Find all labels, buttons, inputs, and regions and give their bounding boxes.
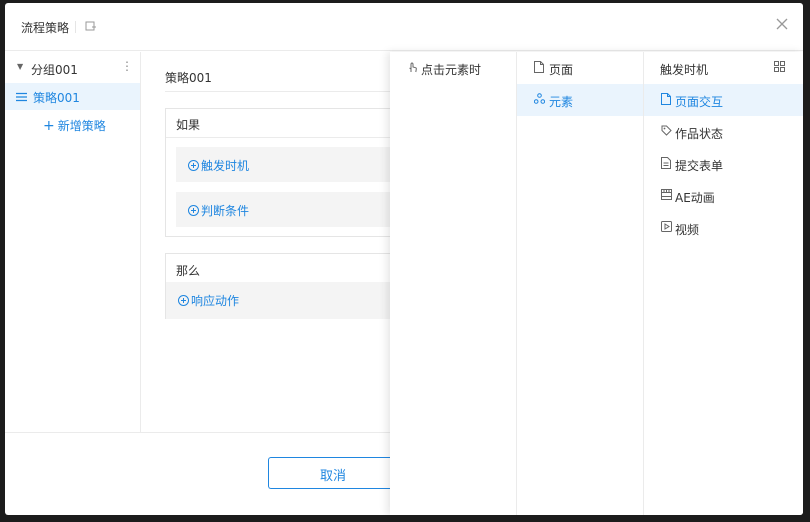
picker-column-triggers: 触发时机 页面交互 作品状态 提交表单 AE动画 视频 <box>644 52 803 515</box>
target-item-element[interactable]: 元素 <box>517 84 643 116</box>
trigger-slot[interactable]: 触发时机 <box>176 147 392 182</box>
header-divider <box>75 21 76 33</box>
picker-column-events: 点击元素时 <box>390 52 517 515</box>
if-divider <box>166 137 392 138</box>
then-block: 那么 响应动作 <box>165 253 392 319</box>
then-label: 那么 <box>176 264 201 278</box>
tap-icon <box>406 61 418 76</box>
if-label: 如果 <box>176 118 201 132</box>
more-vertical-icon[interactable]: ⋮ <box>121 59 133 73</box>
add-circle-icon <box>178 295 189 306</box>
page-icon <box>661 93 671 108</box>
trigger-label: 触发时机 <box>201 159 250 173</box>
trigger-item-submit-form[interactable]: 提交表单 <box>644 148 803 180</box>
trigger-column-header: 触发时机 <box>644 52 803 84</box>
page-icon <box>534 61 544 76</box>
form-icon <box>661 157 671 172</box>
target-item-page[interactable]: 页面 <box>517 52 643 84</box>
if-block: 如果 触发时机 判断条件 <box>165 108 392 237</box>
close-icon[interactable] <box>775 17 789 34</box>
event-item[interactable]: 点击元素时 <box>390 52 516 84</box>
trigger-item-page-interaction[interactable]: 页面交互 <box>644 84 803 116</box>
condition-slot[interactable]: 判断条件 <box>176 192 392 227</box>
modal-title: 流程策略 <box>21 21 70 35</box>
picker-column-targets: 页面 元素 <box>517 52 644 515</box>
main-editor: 策略001 如果 触发时机 判断条件 那么 响应动作 <box>142 52 392 432</box>
footer-divider <box>5 432 392 433</box>
trigger-item-video[interactable]: 视频 <box>644 212 803 244</box>
film-icon <box>661 189 672 203</box>
target-label-element: 元素 <box>549 95 574 109</box>
cancel-button[interactable]: 取消 <box>268 457 392 489</box>
strategy-label: 策略001 <box>33 91 80 105</box>
trigger-label-ae-animation: AE动画 <box>675 191 715 205</box>
trigger-column-title: 触发时机 <box>660 63 709 77</box>
grid-icon[interactable] <box>774 61 785 75</box>
target-label-page: 页面 <box>549 63 574 77</box>
sidebar-group[interactable]: ▼ 分组001 ⋮ <box>5 56 140 80</box>
sidebar-item-strategy[interactable]: 策略001 <box>5 83 140 110</box>
trigger-picker-panel: 点击元素时 页面 元素 触发时机 页面交互 作品状态 提交表单 AE动画 视频 <box>390 52 803 515</box>
add-strategy-label: 新增策略 <box>57 119 106 133</box>
trigger-item-ae-animation[interactable]: AE动画 <box>644 180 803 212</box>
list-icon <box>16 91 27 105</box>
add-circle-icon <box>188 205 199 216</box>
strategy-modal: 流程策略 ▼ 分组001 ⋮ 策略001 + 新增策略 策略001 如果 触发时… <box>5 3 803 515</box>
trigger-label-page-interaction: 页面交互 <box>675 95 724 109</box>
add-strategy-button[interactable]: + 新增策略 <box>43 117 106 134</box>
caret-down-icon[interactable]: ▼ <box>17 62 23 71</box>
event-label: 点击元素时 <box>421 63 482 77</box>
export-icon[interactable] <box>85 20 97 35</box>
strategy-name[interactable]: 策略001 <box>165 69 212 86</box>
modal-header: 流程策略 <box>5 3 803 51</box>
trigger-item-work-status[interactable]: 作品状态 <box>644 116 803 148</box>
name-underline <box>165 91 392 92</box>
condition-label: 判断条件 <box>201 204 250 218</box>
plus-icon: + <box>43 118 55 134</box>
trigger-label-submit-form: 提交表单 <box>675 159 724 173</box>
video-icon <box>661 221 672 235</box>
add-circle-icon <box>188 160 199 171</box>
element-icon <box>533 93 546 107</box>
trigger-label-work-status: 作品状态 <box>675 127 724 141</box>
trigger-label-video: 视频 <box>675 223 700 237</box>
group-label: 分组001 <box>31 63 78 77</box>
cancel-label: 取消 <box>320 469 347 484</box>
action-label: 响应动作 <box>191 294 240 308</box>
sidebar: ▼ 分组001 ⋮ 策略001 + 新增策略 <box>5 52 141 432</box>
action-slot[interactable]: 响应动作 <box>166 282 392 319</box>
tag-icon <box>661 125 672 139</box>
